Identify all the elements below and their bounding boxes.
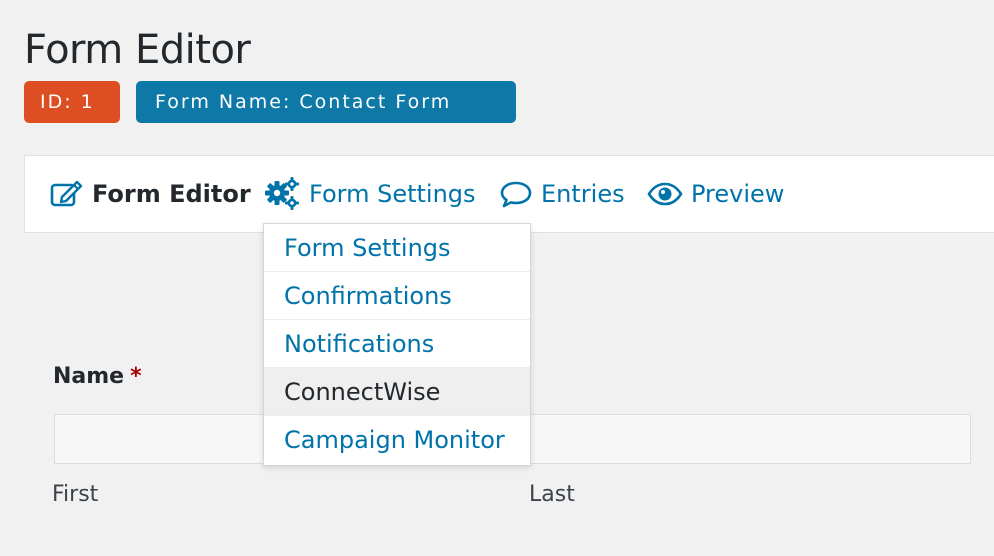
name-field-label: Name *	[53, 364, 142, 389]
eye-icon	[647, 182, 683, 206]
menu-item-connectwise[interactable]: ConnectWise	[264, 368, 530, 416]
toolbar-preview[interactable]: Preview	[647, 178, 784, 210]
toolbar-form-editor[interactable]: Form Editor	[50, 178, 251, 210]
first-name-sublabel: First	[52, 482, 99, 507]
form-name-badge: Form Name: Contact Form	[136, 81, 516, 123]
required-marker: *	[130, 364, 142, 389]
speech-bubble-icon	[499, 179, 533, 209]
page-title: Form Editor	[24, 27, 251, 73]
toolbar-form-settings-label: Form Settings	[309, 180, 476, 208]
menu-item-notifications[interactable]: Notifications	[264, 320, 530, 368]
toolbar-entries[interactable]: Entries	[499, 178, 625, 210]
menu-item-form-settings[interactable]: Form Settings	[264, 224, 530, 272]
form-id-badge: ID: 1	[24, 81, 120, 123]
toolbar-form-settings[interactable]: Form Settings	[263, 176, 476, 212]
gears-icon	[263, 176, 301, 212]
menu-item-campaign-monitor[interactable]: Campaign Monitor	[264, 416, 530, 464]
toolbar-preview-label: Preview	[691, 180, 785, 208]
name-label-text: Name	[53, 364, 125, 389]
menu-item-confirmations[interactable]: Confirmations	[264, 272, 530, 320]
form-settings-dropdown: Form Settings Confirmations Notification…	[263, 223, 531, 466]
form-toolbar: Form Editor Form Settings Entries Previe…	[24, 155, 994, 233]
last-name-sublabel: Last	[529, 482, 575, 507]
toolbar-entries-label: Entries	[541, 180, 625, 208]
toolbar-form-editor-label: Form Editor	[92, 180, 251, 208]
edit-icon	[50, 179, 84, 209]
